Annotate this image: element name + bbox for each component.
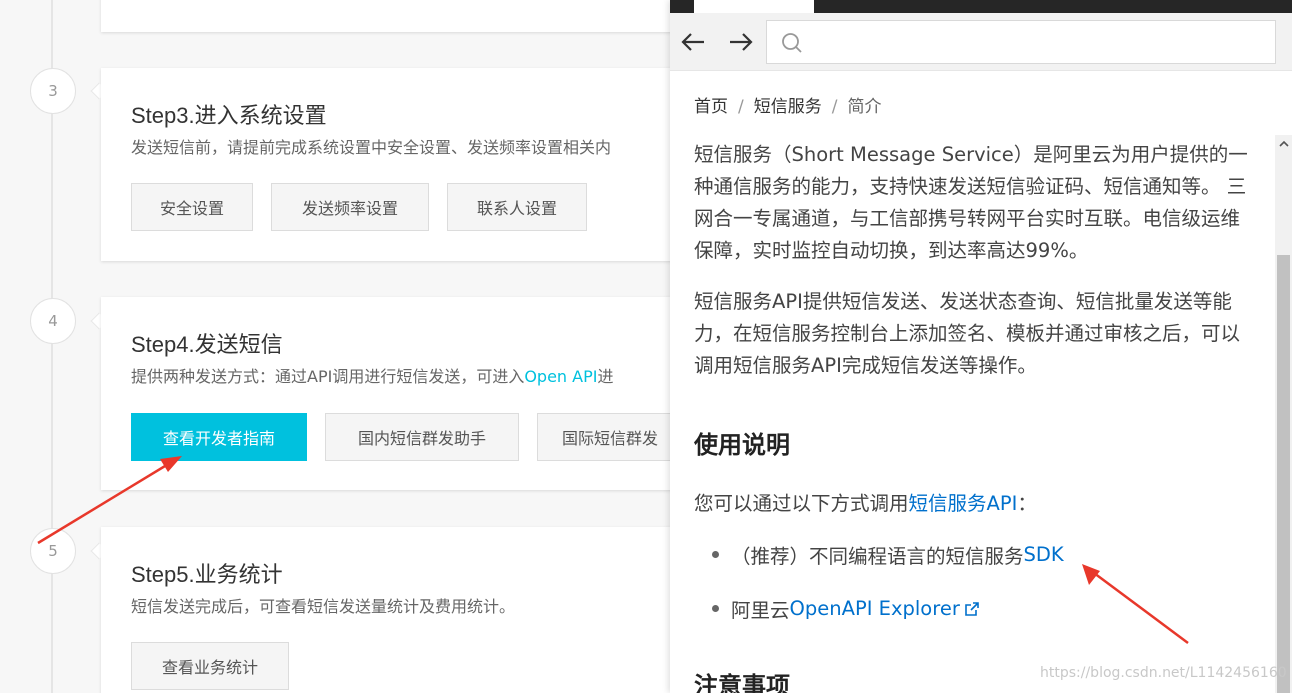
steps-area: 3 Step3.进入系统设置 发送短信前，请提前完成系统设置中安全设置、发送频率…: [0, 0, 670, 693]
usage-text: 您可以通过以下方式调用短信服务API：: [694, 487, 1037, 516]
search-box[interactable]: [766, 20, 1276, 64]
caret-up-icon: [1278, 140, 1289, 147]
help-panel: 首页 / 短信服务 / 简介 短信服务（Short Message Service）是阿…: [670, 0, 1292, 693]
usage-heading: 使用说明: [694, 431, 790, 459]
breadcrumb-home[interactable]: 首页: [694, 97, 728, 117]
step4-desc-suffix: 进: [597, 367, 614, 386]
usage-prefix: 您可以通过以下方式调用: [694, 492, 909, 515]
step-number-4: 4: [30, 298, 76, 344]
step3-card: Step3.进入系统设置 发送短信前，请提前完成系统设置中安全设置、发送频率设置…: [101, 68, 670, 261]
bullet-icon: [712, 551, 719, 558]
step5-title: Step5.业务统计: [131, 562, 283, 587]
openapi-explorer-link[interactable]: OpenAPI Explorer: [790, 597, 960, 620]
panel-topbar: [670, 0, 1292, 13]
step4-description: 提供两种发送方式：通过API调用进行短信发送，可进入Open API进: [131, 363, 613, 387]
international-sms-bulk-button[interactable]: 国际短信群发: [537, 413, 670, 461]
step5-card: Step5.业务统计 短信发送完成后，可查看短信发送量统计及费用统计。 查看业务…: [101, 527, 670, 693]
panel-tab[interactable]: [694, 0, 814, 13]
breadcrumb-separator: /: [738, 97, 744, 117]
scroll-thumb[interactable]: [1277, 255, 1290, 693]
breadcrumb-separator: /: [831, 97, 838, 117]
sdk-link[interactable]: SDK: [1024, 543, 1064, 566]
step-number-5: 5: [30, 528, 76, 574]
list-item-text: （推荐）不同编程语言的短信服务: [731, 545, 1024, 568]
step5-description: 短信发送完成后，可查看短信发送量统计及费用统计。: [131, 597, 516, 616]
step4-title: Step4.发送短信: [131, 332, 283, 357]
arrow-left-icon: [681, 33, 704, 51]
watermark: https://blog.csdn.net/L1142456160: [1040, 665, 1287, 681]
list-item: （推荐）不同编程语言的短信服务 SDK: [712, 540, 1064, 569]
usage-suffix: ：: [1017, 492, 1037, 515]
step4-desc-prefix: 提供两种发送方式：通过API调用进行短信发送，可进入: [131, 367, 525, 386]
breadcrumb-intro: 简介: [847, 97, 882, 117]
bullet-icon: [712, 605, 719, 612]
breadcrumb: 首页 / 短信服务 / 简介: [694, 92, 881, 117]
notice-heading: 注意事项: [694, 672, 790, 693]
arrow-right-icon: [730, 33, 753, 51]
list-item-text: 阿里云: [731, 599, 790, 622]
intro-paragraph: 短信服务（Short Message Service）是阿里云为用户提供的一种通…: [694, 143, 1248, 262]
scroll-up-button[interactable]: [1275, 135, 1292, 152]
step3-title: Step3.进入系统设置: [131, 103, 327, 128]
list-item: 阿里云 OpenAPI Explorer: [712, 594, 980, 623]
domestic-sms-bulk-button[interactable]: 国内短信群发助手: [325, 413, 519, 461]
contact-settings-button[interactable]: 联系人设置: [447, 183, 587, 231]
breadcrumb-sms-service[interactable]: 短信服务: [754, 97, 822, 117]
back-button[interactable]: [678, 27, 708, 57]
panel-nav-row: [670, 13, 1292, 71]
step2-card-partial: [101, 0, 670, 32]
external-link-icon: [965, 601, 979, 616]
view-developer-guide-button[interactable]: 查看开发者指南: [131, 413, 307, 461]
sms-api-link[interactable]: 短信服务API: [909, 492, 1018, 515]
step4-card: Step4.发送短信 提供两种发送方式：通过API调用进行短信发送，可进入Ope…: [101, 297, 670, 490]
step3-description: 发送短信前，请提前完成系统设置中安全设置、发送频率设置相关内: [131, 138, 612, 157]
panel-scrollbar[interactable]: [1275, 135, 1292, 693]
search-icon: [782, 33, 802, 53]
forward-button[interactable]: [726, 27, 756, 57]
open-api-link[interactable]: Open API: [524, 367, 597, 386]
api-paragraph: 短信服务API提供短信发送、发送状态查询、短信批量发送等能力，在短信服务控制台上…: [694, 290, 1241, 377]
search-input[interactable]: [813, 21, 1268, 63]
send-frequency-settings-button[interactable]: 发送频率设置: [271, 183, 429, 231]
step-number-3: 3: [30, 68, 76, 114]
security-settings-button[interactable]: 安全设置: [131, 183, 253, 231]
view-business-statistics-button[interactable]: 查看业务统计: [131, 642, 289, 690]
